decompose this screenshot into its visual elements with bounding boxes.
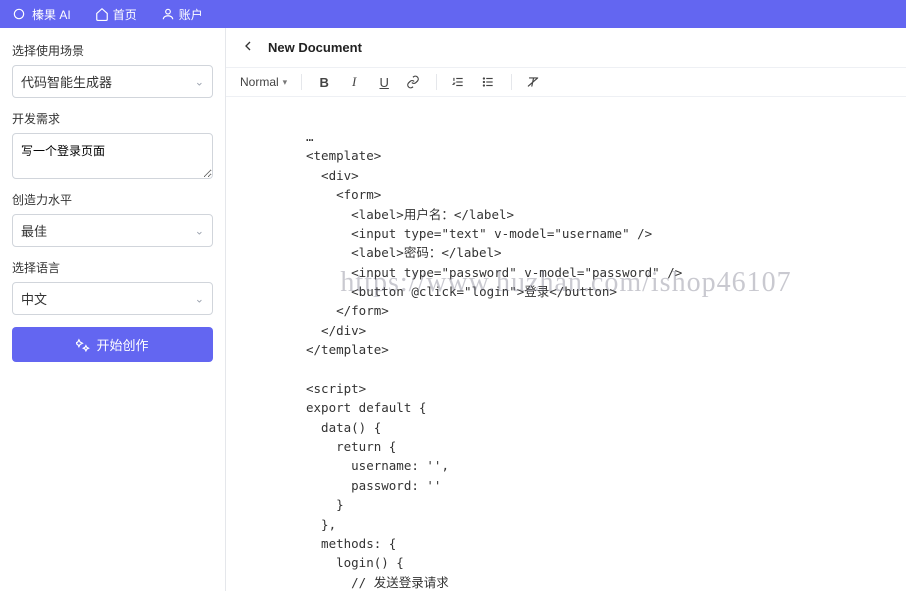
back-button[interactable]: [240, 38, 256, 57]
user-icon: [161, 7, 175, 21]
requirement-input[interactable]: [12, 133, 213, 179]
requirement-group: 开发需求: [12, 110, 213, 179]
doc-header: New Document: [226, 28, 906, 68]
scene-group: 选择使用场景 代码智能生成器 ⌄: [12, 42, 213, 98]
language-label: 选择语言: [12, 259, 213, 276]
chevron-down-icon: ⌄: [195, 75, 204, 88]
chevron-down-icon: ⌄: [195, 224, 204, 237]
editor-content[interactable]: https://www.huzhan.com/ishop46107 … <tem…: [226, 97, 906, 591]
chevron-down-icon: ▾: [283, 77, 288, 88]
toolbar-separator: [301, 74, 302, 90]
nav-account-label: 账户: [179, 6, 203, 23]
arrow-left-icon: [240, 38, 256, 54]
sidebar: 选择使用场景 代码智能生成器 ⌄ 开发需求 创造力水平 最佳 ⌄ 选择语言 中文…: [0, 28, 226, 591]
unordered-list-icon: [481, 75, 495, 89]
ordered-list-icon: [451, 75, 465, 89]
creativity-value: 最佳: [21, 224, 47, 239]
italic-button[interactable]: I: [346, 74, 362, 90]
format-select[interactable]: Normal ▾: [240, 75, 287, 89]
start-button-label: 开始创作: [96, 335, 148, 354]
nav-home[interactable]: 首页: [95, 6, 137, 23]
topbar: 榛果 AI 首页 账户: [0, 0, 906, 28]
brand-text: 榛果 AI: [32, 6, 71, 23]
scene-select[interactable]: 代码智能生成器 ⌄: [12, 65, 213, 98]
toolbar-separator: [436, 74, 437, 90]
link-icon: [406, 75, 420, 89]
code-block: … <template> <div> <form> <label>用户名：</l…: [306, 127, 826, 591]
ordered-list-button[interactable]: [451, 75, 467, 89]
scene-label: 选择使用场景: [12, 42, 213, 59]
format-label: Normal: [240, 75, 279, 89]
toolbar: Normal ▾ B I U: [226, 68, 906, 97]
start-button[interactable]: 开始创作: [12, 327, 213, 362]
unordered-list-button[interactable]: [481, 75, 497, 89]
nav-home-label: 首页: [113, 6, 137, 23]
scene-value: 代码智能生成器: [21, 75, 112, 90]
creativity-label: 创造力水平: [12, 191, 213, 208]
doc-title: New Document: [268, 40, 362, 55]
main: 选择使用场景 代码智能生成器 ⌄ 开发需求 创造力水平 最佳 ⌄ 选择语言 中文…: [0, 28, 906, 591]
chevron-down-icon: ⌄: [195, 292, 204, 305]
clear-format-icon: [526, 75, 540, 89]
language-select[interactable]: 中文 ⌄: [12, 282, 213, 315]
magic-icon: [76, 338, 90, 352]
creativity-group: 创造力水平 最佳 ⌄: [12, 191, 213, 247]
clear-format-button[interactable]: [526, 75, 542, 89]
logo-icon: [12, 7, 26, 21]
home-icon: [95, 7, 109, 21]
toolbar-separator: [511, 74, 512, 90]
editor: New Document Normal ▾ B I U: [226, 28, 906, 591]
requirement-label: 开发需求: [12, 110, 213, 127]
underline-button[interactable]: U: [376, 75, 392, 90]
creativity-select[interactable]: 最佳 ⌄: [12, 214, 213, 247]
bold-button[interactable]: B: [316, 75, 332, 90]
nav-account[interactable]: 账户: [161, 6, 203, 23]
brand: 榛果 AI: [12, 6, 71, 23]
language-value: 中文: [21, 292, 47, 307]
language-group: 选择语言 中文 ⌄: [12, 259, 213, 315]
link-button[interactable]: [406, 75, 422, 89]
